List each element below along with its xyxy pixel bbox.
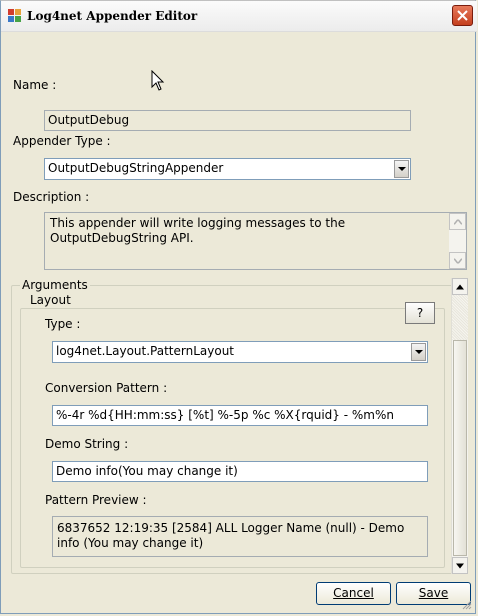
scroll-up-button[interactable] [449,213,466,230]
chevron-down-icon [453,258,462,263]
arguments-scroll-down-button[interactable] [452,557,468,574]
close-icon [457,10,468,21]
arguments-label: Arguments [20,278,90,292]
window-title: Log4net Appender Editor [27,9,198,23]
layout-label: Layout [28,293,73,307]
layout-type-dropdown-button[interactable] [411,343,426,361]
save-button[interactable]: Save [396,582,471,605]
pattern-preview-box: 6837652 12:19:35 [2584] ALL Logger Name … [52,516,428,557]
description-scrollbar[interactable] [449,213,466,269]
appender-type-value: OutputDebugStringAppender [48,161,224,175]
layout-type-value: log4net.Layout.PatternLayout [56,344,235,358]
arguments-scroll-thumb[interactable] [453,340,467,556]
demo-string-field[interactable]: Demo info(You may change it) [52,461,428,482]
chevron-up-icon [453,219,462,224]
help-button[interactable]: ? [405,302,435,324]
chevron-down-icon [398,167,406,171]
scroll-down-button[interactable] [449,252,466,269]
description-text: This appender will write logging message… [50,216,346,245]
description-label: Description : [13,190,90,204]
layout-type-label: Type : [45,317,81,331]
chevron-down-icon [415,350,423,354]
description-box[interactable]: This appender will write logging message… [44,212,467,270]
close-button[interactable] [452,5,473,26]
mouse-cursor-icon [151,70,165,91]
conversion-pattern-label: Conversion Pattern : [45,381,168,395]
appender-type-label: Appender Type : [13,134,111,148]
log4net-app-icon [8,9,21,22]
name-field[interactable]: OutputDebug [44,110,411,131]
appender-type-dropdown-button[interactable] [394,160,409,178]
demo-string-label: Demo String : [45,437,129,451]
cancel-button-label: Cancel [333,586,374,600]
title-bar: Log4net Appender Editor [1,1,477,32]
chevron-up-icon [456,284,464,289]
save-button-label: Save [418,586,449,600]
arguments-scroll-up-button[interactable] [452,278,468,295]
layout-type-dropdown[interactable]: log4net.Layout.PatternLayout [52,341,428,363]
arguments-scrollbar[interactable] [451,278,468,574]
name-label: Name : [13,78,57,92]
pattern-preview-label: Pattern Preview : [45,493,147,507]
resize-grip-icon[interactable] [462,600,472,610]
appender-type-dropdown[interactable]: OutputDebugStringAppender [44,158,411,180]
log4net-appender-editor-window: Log4net Appender Editor Name : OutputDeb… [0,0,477,614]
cancel-button[interactable]: Cancel [316,582,391,605]
chevron-down-icon [456,563,464,568]
conversion-pattern-field[interactable]: %-4r %d{HH:mm:ss} [%t] %-5p %c %X{rquid}… [52,405,428,426]
scroll-track[interactable] [452,295,468,340]
